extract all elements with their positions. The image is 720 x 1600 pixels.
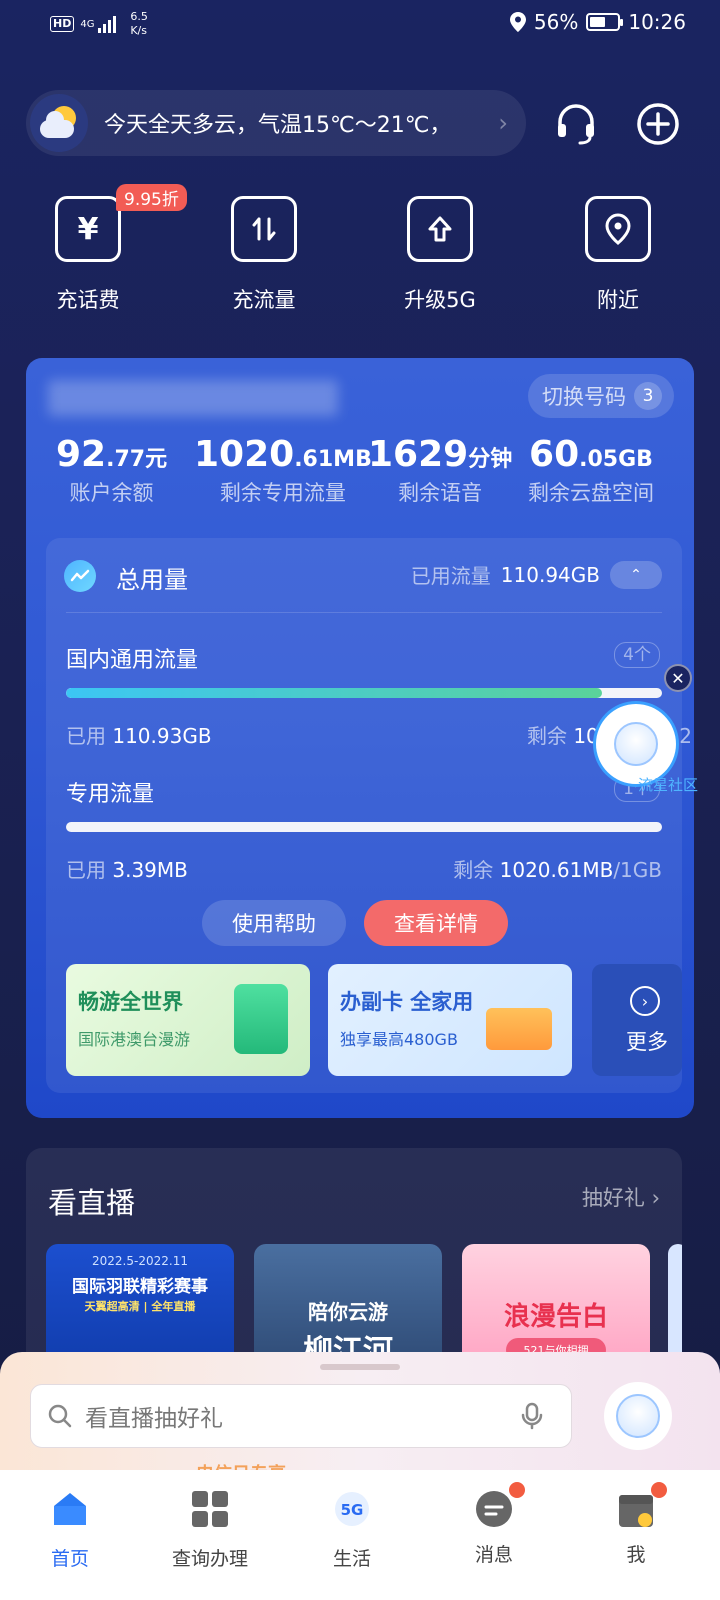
add-icon[interactable] — [636, 102, 680, 146]
network-type: 4G — [80, 18, 95, 30]
clock: 10:26 — [628, 10, 686, 34]
battery-percent: 56% — [533, 10, 579, 34]
usage-panel: 总用量 已用流量 110.94GB ⌃ 国内通用流量 4个 已用 110.93G… — [46, 538, 692, 1093]
promo-family-card[interactable]: 办副卡 全家用 独享最高480GB — [328, 964, 572, 1076]
network-speed: 6.5 K/s — [130, 10, 148, 37]
microphone-icon[interactable] — [517, 1401, 547, 1431]
floating-label[interactable]: 流星社区 — [638, 774, 698, 795]
usage-summary: 已用流量 110.94GB ⌃ — [411, 560, 662, 589]
home-icon — [54, 1493, 86, 1525]
assistant-mascot-icon[interactable] — [604, 1382, 672, 1450]
svg-text:5G: 5G — [341, 1501, 364, 1519]
suitcase-icon — [234, 984, 288, 1054]
stat-voice[interactable]: 1629分钟 剩余语音 — [368, 434, 512, 507]
view-details-button[interactable]: 查看详情 — [364, 900, 508, 946]
chevron-right-icon: › — [630, 986, 660, 1016]
discount-badge: 9.95折 — [116, 184, 187, 211]
drag-handle[interactable] — [320, 1364, 400, 1370]
tab-life[interactable]: 5G 生活 — [302, 1488, 402, 1571]
weather-banner[interactable]: 今天全天多云，气温15℃～21℃， › — [26, 90, 526, 156]
stat-cloud-storage[interactable]: 60.05GB 剩余云盘空间 — [528, 434, 654, 507]
gift-icon — [486, 1008, 552, 1050]
weather-text: 今天全天多云，气温15℃～21℃， — [104, 113, 452, 138]
quick-action-data[interactable]: 充流量 — [204, 196, 324, 314]
collapse-toggle-icon[interactable]: ⌃ — [610, 560, 662, 589]
tab-query[interactable]: 查询办理 — [160, 1488, 260, 1571]
close-icon[interactable]: ✕ — [664, 664, 692, 692]
grid-icon — [192, 1491, 228, 1527]
search-input[interactable]: 看直播抽好礼 — [30, 1384, 572, 1448]
progress-bar-dedicated — [66, 822, 662, 832]
progress-bar-general — [66, 688, 662, 698]
hd-indicator: HD — [50, 16, 75, 32]
status-bar: HD 4G 6.5 K/s 56% 10:26 — [0, 0, 720, 50]
bucket-title: 专用流量 — [66, 782, 155, 807]
customer-service-icon[interactable] — [554, 102, 598, 146]
search-icon — [48, 1404, 72, 1428]
upgrade-icon — [407, 196, 473, 262]
phone-number-masked — [48, 380, 338, 416]
bucket-count: 4个 — [614, 642, 660, 668]
quick-actions: ¥ 9.95折 充话费 充流量 升级5G 附近 — [0, 184, 720, 326]
quick-action-label: 附近 — [597, 288, 639, 312]
account-stats: 92.77元 账户余额 1020.61MB 剩余专用流量 1629分钟 剩余语音… — [26, 434, 694, 514]
location-pin-icon — [509, 12, 526, 32]
bucket-remaining: 剩余 1020.61MB/1GB — [453, 858, 662, 882]
promo-more[interactable]: › 更多 — [592, 964, 682, 1076]
mascot-icon — [614, 722, 658, 766]
tab-home[interactable]: 首页 — [20, 1488, 120, 1571]
switch-number-label: 切换号码 — [542, 385, 626, 409]
section-title: 看直播 — [48, 1186, 136, 1220]
usage-help-button[interactable]: 使用帮助 — [202, 900, 346, 946]
transfer-icon — [231, 196, 297, 262]
community-mascot[interactable] — [596, 704, 676, 784]
quick-action-recharge[interactable]: ¥ 9.95折 充话费 — [28, 184, 187, 314]
section-more-link[interactable]: 抽好礼 › — [582, 1182, 660, 1212]
usage-title: 总用量 — [116, 566, 188, 594]
cloudy-weather-icon — [30, 94, 88, 152]
quick-action-label: 充流量 — [232, 288, 296, 312]
unread-dot — [509, 1482, 525, 1498]
chevron-right-icon: › — [498, 109, 508, 137]
checkin-icon — [615, 1482, 667, 1530]
signal-icon — [98, 15, 117, 33]
quick-action-nearby[interactable]: 附近 — [558, 196, 678, 314]
bucket-title: 国内通用流量 — [66, 648, 199, 673]
number-count-badge: 3 — [634, 382, 662, 410]
divider — [66, 612, 662, 613]
bottom-tab-bar: 首页 查询办理 5G 生活 消息 我 — [0, 1470, 720, 1600]
switch-number-button[interactable]: 切换号码 3 — [528, 374, 674, 418]
account-card: 切换号码 3 92.77元 账户余额 1020.61MB 剩余专用流量 1629… — [26, 358, 694, 1118]
stat-dedicated-data[interactable]: 1020.61MB 剩余专用流量 — [194, 434, 372, 507]
tab-me[interactable]: 我 — [586, 1482, 686, 1567]
bucket-used: 已用 3.39MB — [66, 858, 188, 882]
tab-messages[interactable]: 消息 — [444, 1482, 544, 1567]
promo-roaming[interactable]: 畅游全世界 国际港澳台漫游 — [66, 964, 310, 1076]
bucket-used: 已用 110.93GB — [66, 724, 212, 748]
5g-life-icon: 5G — [335, 1492, 369, 1526]
quick-action-label: 充话费 — [56, 288, 120, 312]
battery-icon — [586, 13, 624, 31]
location-icon — [585, 196, 651, 262]
quick-action-label: 升级5G — [404, 288, 476, 312]
yuan-icon: ¥ — [55, 196, 121, 262]
unread-dot — [651, 1482, 667, 1498]
message-icon — [473, 1482, 525, 1530]
quick-action-upgrade[interactable]: 升级5G — [380, 196, 500, 314]
usage-chart-icon — [64, 560, 96, 592]
search-placeholder: 看直播抽好礼 — [85, 1406, 223, 1432]
stat-balance[interactable]: 92.77元 账户余额 — [56, 434, 167, 507]
